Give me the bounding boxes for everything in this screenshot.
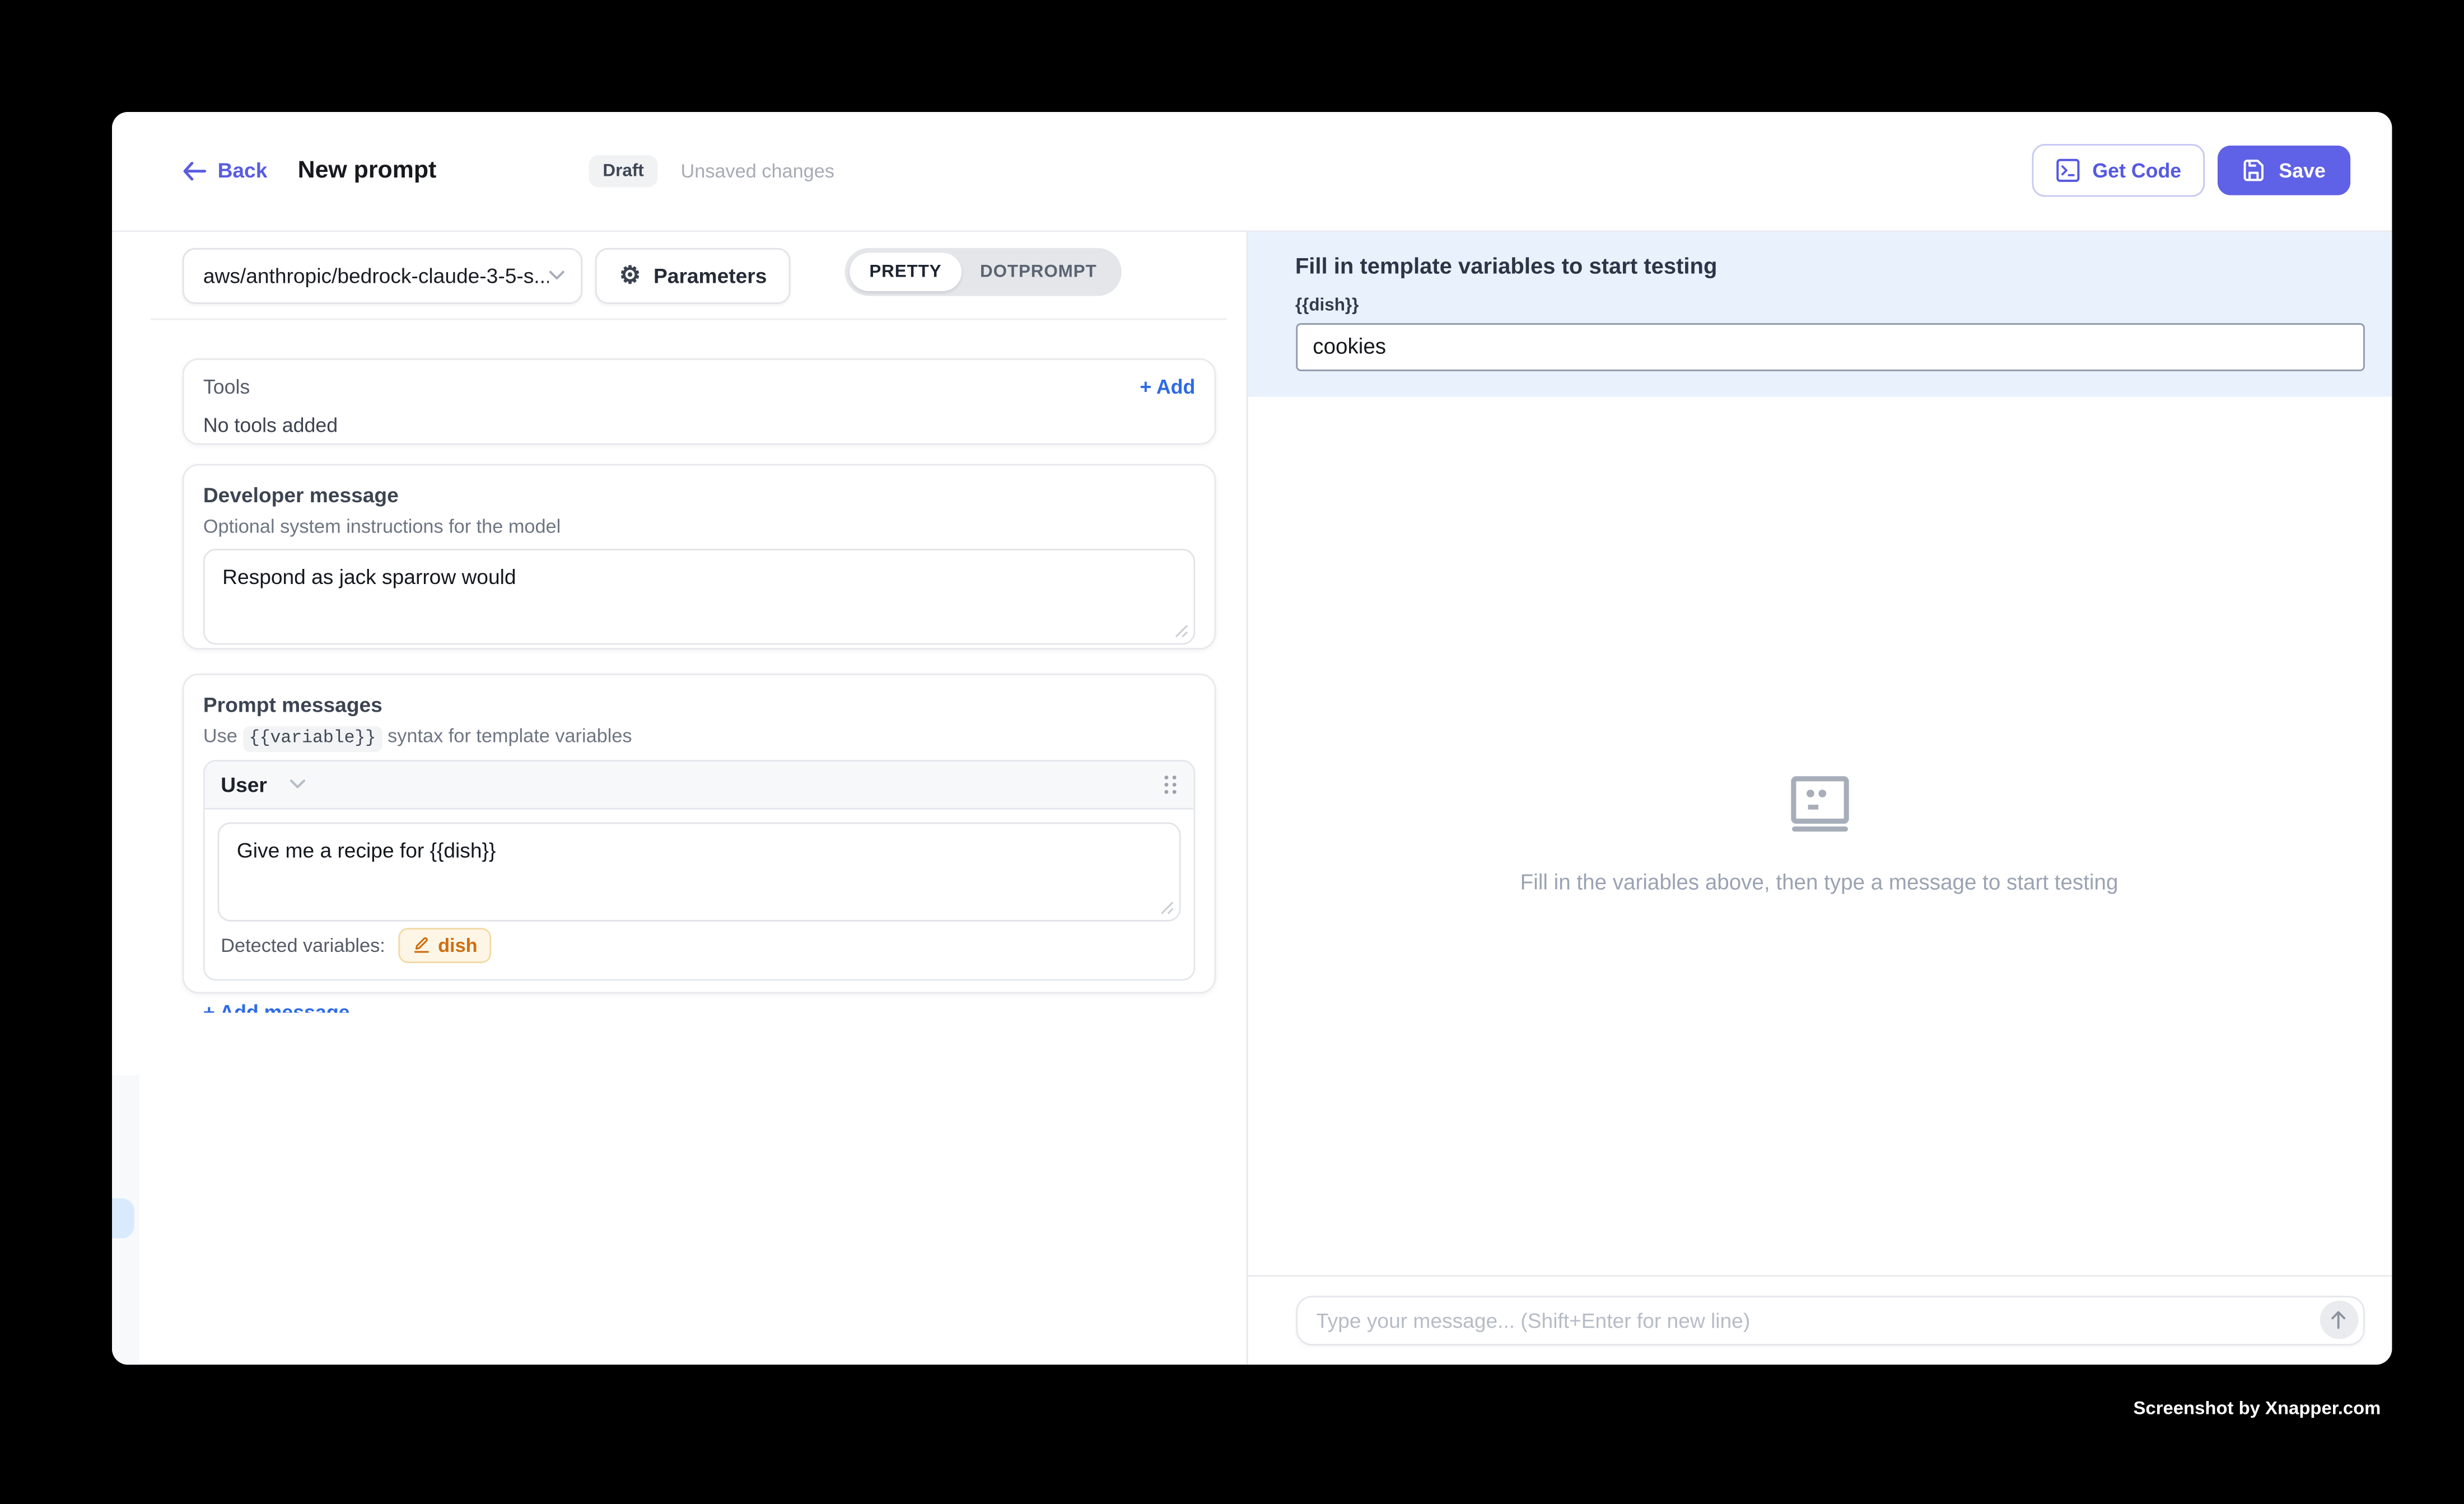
back-label: Back <box>218 159 268 183</box>
page-title: New prompt <box>298 157 437 185</box>
message-header: User <box>205 761 1194 809</box>
format-toggle: PRETTY DOTPROMPT <box>845 247 1121 295</box>
toggle-dotprompt[interactable]: DOTPROMPT <box>961 252 1116 291</box>
back-arrow-icon <box>183 161 207 180</box>
testing-panel: Fill in template variables to start test… <box>1245 231 2391 1364</box>
send-button[interactable] <box>2319 1301 2358 1339</box>
main-split: aws/anthropic/bedrock-claude-3-5-s... ⚙ … <box>112 230 2391 1364</box>
subtitle-prefix: Use <box>203 724 237 746</box>
tools-title: Tools <box>203 376 250 398</box>
get-code-label: Get Code <box>2092 160 2181 182</box>
detected-variables-label: Detected variables: <box>221 933 385 956</box>
composer <box>1247 1274 2391 1364</box>
developer-message-card: Developer message Optional system instru… <box>183 464 1216 650</box>
variable-chip-label: dish <box>438 933 477 956</box>
status-badge: Draft <box>589 155 659 186</box>
app-window: Back New prompt Draft Unsaved changes Ge… <box>112 112 2391 1364</box>
add-tool-button[interactable]: + Add <box>1140 376 1195 398</box>
back-button[interactable]: Back <box>183 159 268 183</box>
detected-variables-row: Detected variables: dish <box>218 921 1181 965</box>
variable-syntax-chip: {{variable}} <box>242 726 382 751</box>
gear-icon: ⚙ <box>619 264 641 288</box>
developer-message-subtitle: Optional system instructions for the mod… <box>203 515 1195 538</box>
pencil-icon <box>412 936 430 953</box>
variable-chip-dish[interactable]: dish <box>398 927 492 963</box>
save-icon <box>2242 159 2266 183</box>
header: Back New prompt Draft Unsaved changes Ge… <box>112 112 2391 230</box>
chevron-down-icon <box>549 271 565 281</box>
get-code-button[interactable]: Get Code <box>2032 144 2205 197</box>
toggle-pretty[interactable]: PRETTY <box>850 252 961 291</box>
prompt-messages-title: Prompt messages <box>203 692 1195 716</box>
message-textarea[interactable]: Give me a recipe for {{dish}} <box>218 821 1181 921</box>
watermark-text: Screenshot by Xnapper.com <box>2134 1400 2381 1419</box>
drag-handle-icon[interactable] <box>1163 773 1178 794</box>
chat-message-input[interactable] <box>1295 1295 2364 1345</box>
message-body: Give me a recipe for {{dish}} Detected v… <box>205 809 1194 978</box>
prompt-editor-panel: aws/anthropic/bedrock-claude-3-5-s... ⚙ … <box>112 231 1245 1364</box>
parameters-label: Parameters <box>654 264 767 288</box>
save-label: Save <box>2279 160 2325 182</box>
subtitle-suffix: syntax for template variables <box>388 724 632 746</box>
chevron-down-icon <box>290 779 306 788</box>
variable-dish-label: {{dish}} <box>1295 295 2364 314</box>
bot-face-icon <box>1790 776 1849 832</box>
send-arrow-icon <box>2330 1310 2347 1329</box>
prompt-messages-card: Prompt messages Use {{variable}} syntax … <box>183 672 1216 992</box>
prompt-messages-subtitle: Use {{variable}} syntax for template var… <box>203 724 1195 748</box>
resize-handle-icon[interactable] <box>1174 624 1189 638</box>
resize-handle-icon[interactable] <box>1160 900 1174 914</box>
role-selector[interactable]: User <box>221 772 305 796</box>
save-button[interactable]: Save <box>2218 146 2350 196</box>
role-value: User <box>221 772 267 796</box>
developer-message-textarea[interactable]: Respond as jack sparrow would <box>203 549 1195 644</box>
message-block: User Give me a recipe for {{dish}} <box>203 759 1195 980</box>
tools-card: Tools + Add No tools added <box>183 358 1216 444</box>
add-message-button[interactable]: + Add message <box>203 1001 1195 1012</box>
developer-message-title: Developer message <box>203 483 1195 507</box>
template-variables-title: Fill in template variables to start test… <box>1295 252 2364 278</box>
variable-dish-input[interactable] <box>1295 323 2364 371</box>
editor-cards: Tools + Add No tools added Developer mes… <box>112 320 1245 1012</box>
chat-empty-state: Fill in the variables above, then type a… <box>1247 396 2391 1274</box>
terminal-icon <box>2056 159 2080 183</box>
chat-empty-text: Fill in the variables above, then type a… <box>1520 870 2118 894</box>
underlying-selected-item-sliver <box>112 1198 134 1239</box>
unsaved-changes-text: Unsaved changes <box>680 160 834 182</box>
model-selector[interactable]: aws/anthropic/bedrock-claude-3-5-s... <box>183 247 582 303</box>
template-variables-section: Fill in template variables to start test… <box>1247 231 2391 396</box>
model-selector-value: aws/anthropic/bedrock-claude-3-5-s... <box>203 264 549 288</box>
editor-toolbar: aws/anthropic/bedrock-claude-3-5-s... ⚙ … <box>112 231 1245 320</box>
screenshot-stage: Back New prompt Draft Unsaved changes Ge… <box>0 0 2464 1504</box>
tools-empty-text: No tools added <box>203 414 1195 437</box>
parameters-button[interactable]: ⚙ Parameters <box>595 247 791 303</box>
